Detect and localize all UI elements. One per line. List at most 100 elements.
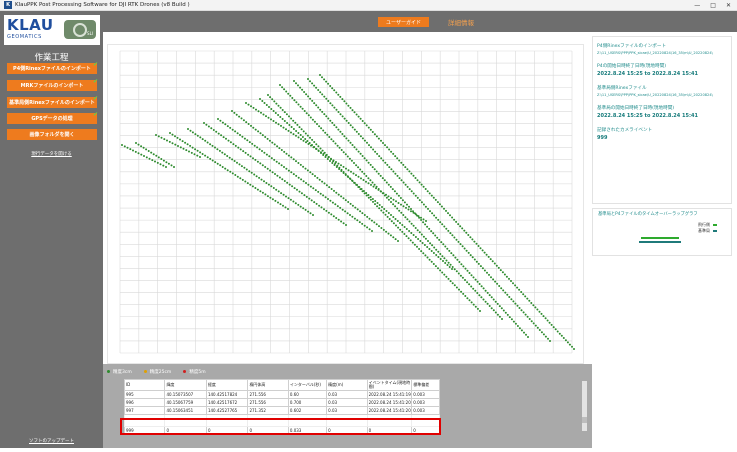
gps-point	[367, 196, 370, 199]
gps-point	[248, 141, 251, 144]
gps-point	[152, 153, 155, 156]
open-image-folder-button[interactable]: 画像フォルダを開く	[7, 129, 97, 140]
gps-point	[458, 261, 461, 263]
process-gps-button[interactable]: GPSデータの処理 ✔	[7, 111, 98, 124]
gps-point	[184, 141, 187, 144]
cell: 271.352	[247, 406, 289, 415]
gps-point	[305, 93, 308, 96]
table-scrollbar[interactable]	[582, 381, 587, 431]
gps-point	[388, 148, 391, 151]
section-title: 作業工程	[34, 53, 69, 63]
close-button[interactable]: ✕	[726, 2, 731, 9]
gps-point	[321, 149, 324, 152]
gps-point	[338, 146, 341, 149]
gps-point	[143, 155, 145, 157]
import-base-rinex-button[interactable]: 基準局側Rinexファイルのインポート ✔	[7, 95, 98, 108]
cell: 0.602	[287, 406, 328, 415]
gps-point	[461, 276, 464, 279]
gps-point	[271, 198, 274, 201]
gps-point	[309, 97, 312, 100]
gps-point	[554, 328, 557, 331]
gps-point	[479, 310, 481, 312]
gps-point	[240, 117, 243, 120]
gps-point	[449, 263, 452, 266]
gps-point	[319, 192, 322, 195]
gps-point	[462, 292, 465, 295]
gps-point	[242, 119, 245, 122]
gps-point	[447, 229, 450, 232]
gps-point	[311, 82, 314, 85]
gps-point	[466, 269, 469, 272]
gps-point	[425, 220, 427, 222]
gps-point	[272, 120, 275, 122]
gps-point	[484, 300, 487, 303]
p4-period-label: P4の開始日時終了日時(現地時間)	[597, 64, 666, 69]
gps-point	[450, 252, 453, 255]
gps-point	[191, 131, 194, 134]
gps-point	[327, 117, 330, 120]
gps-point	[406, 218, 409, 221]
table-row[interactable]: 997 40.15063451 140.42527765 271.352 0.602 0.…	[123, 406, 440, 415]
software-update-link[interactable]: ソフトのアップデート	[0, 438, 103, 444]
gps-point	[353, 128, 356, 131]
gps-point	[471, 238, 474, 241]
gps-point	[279, 106, 282, 109]
gps-point	[402, 214, 405, 216]
gps-point	[312, 187, 315, 190]
gps-point	[451, 268, 453, 270]
load-current-data-link[interactable]: 現行データを開ける	[0, 151, 103, 157]
cell: 271.556	[247, 398, 289, 407]
gps-point	[271, 171, 274, 174]
gps-point	[306, 169, 309, 172]
table-row[interactable]: 995 40.15073507 140.42517824 271.556 0.60 0.0…	[123, 390, 440, 399]
gps-point	[510, 298, 513, 301]
tab-details[interactable]: 詳細情報	[446, 17, 476, 27]
gps-point	[465, 231, 468, 234]
gps-point	[371, 131, 374, 133]
gps-point	[229, 170, 232, 173]
gps-point	[334, 142, 337, 145]
import-mrk-button[interactable]: MRKファイルのインポート ✔	[7, 78, 98, 91]
gps-point	[327, 198, 329, 200]
cell: 40.15067759	[164, 398, 207, 407]
gps-point	[370, 146, 372, 149]
gps-point	[363, 157, 366, 160]
gps-point	[186, 143, 189, 146]
gps-point	[254, 158, 257, 161]
gps-point	[504, 311, 507, 314]
gps-point	[413, 243, 416, 246]
table-row[interactable]: 996 40.15067759 140.42517672 271.556 0.700 0.…	[123, 398, 440, 407]
gps-point	[356, 219, 359, 222]
gps-point	[290, 131, 292, 134]
gps-point	[448, 249, 451, 252]
gps-point	[166, 139, 168, 142]
gps-point	[292, 119, 295, 122]
maximize-button[interactable]: □	[710, 2, 716, 9]
gps-point	[417, 238, 420, 240]
gps-point	[275, 160, 278, 163]
gps-point	[270, 108, 273, 110]
gps-point	[190, 151, 193, 154]
gps-point	[386, 146, 389, 149]
gps-point	[261, 100, 264, 102]
gps-point	[398, 177, 401, 180]
gps-point	[274, 112, 277, 114]
gps-point	[319, 91, 322, 94]
minimize-button[interactable]: —	[694, 2, 700, 9]
gps-point	[453, 236, 456, 239]
gps-point	[196, 134, 199, 137]
gps-point	[462, 265, 465, 268]
top-toolbar: ユーザーガイド 詳細情報	[103, 11, 737, 32]
gps-point	[524, 295, 527, 298]
import-p4-rinex-button[interactable]: P4側Rinexファイルのインポート ✔	[7, 61, 98, 74]
gps-point	[402, 181, 405, 184]
gps-point	[201, 138, 204, 141]
check-icon: ✔	[92, 95, 98, 102]
gps-point	[360, 177, 362, 180]
scrollbar-thumb[interactable]	[582, 417, 587, 423]
gps-point	[376, 205, 379, 208]
user-guide-button[interactable]: ユーザーガイド	[378, 17, 429, 27]
gps-point	[476, 292, 479, 294]
gps-point	[339, 206, 342, 209]
gps-point	[416, 214, 419, 217]
